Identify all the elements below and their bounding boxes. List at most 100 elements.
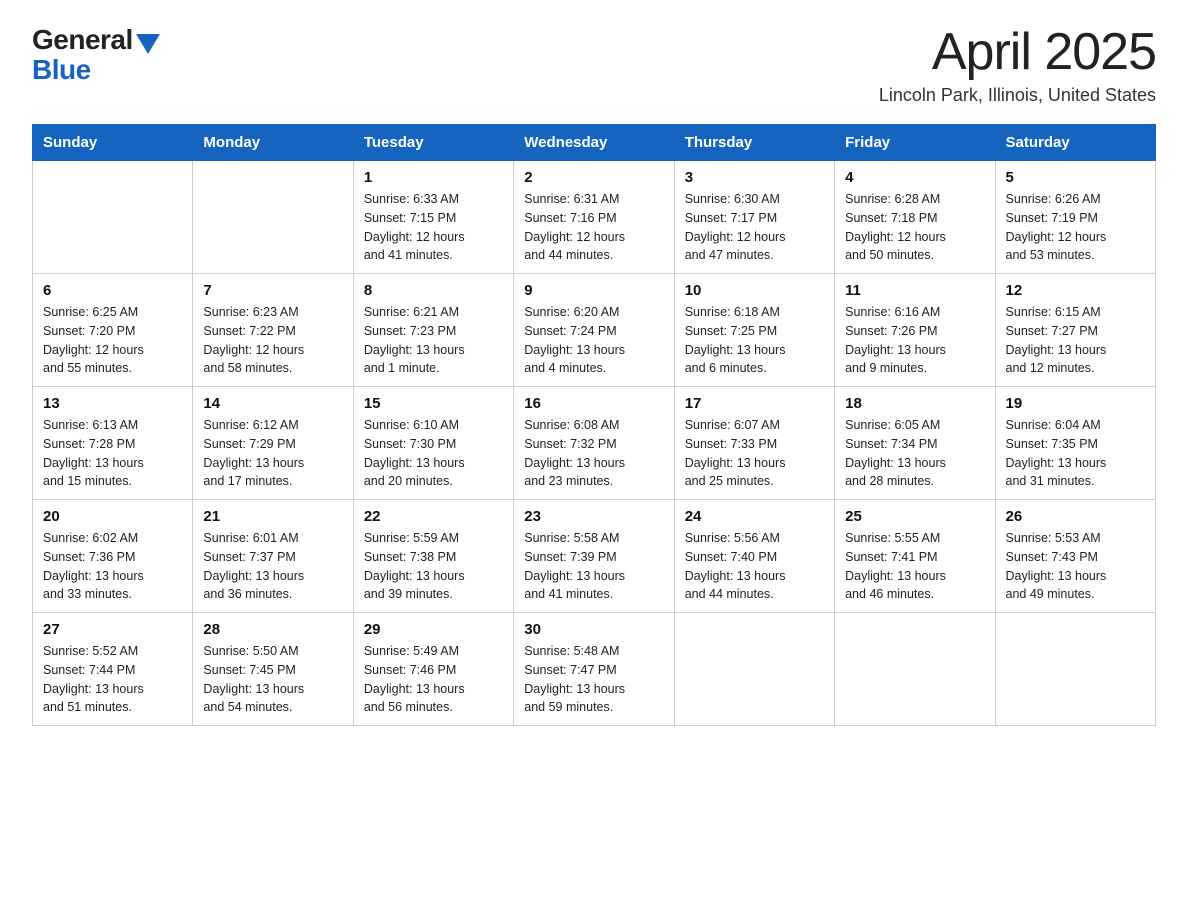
day-info: Sunrise: 6:28 AMSunset: 7:18 PMDaylight:… xyxy=(845,190,984,265)
day-number: 12 xyxy=(1006,282,1145,299)
day-info: Sunrise: 6:02 AMSunset: 7:36 PMDaylight:… xyxy=(43,529,182,604)
day-info: Sunrise: 6:15 AMSunset: 7:27 PMDaylight:… xyxy=(1006,303,1145,378)
calendar-cell: 27 Sunrise: 5:52 AMSunset: 7:44 PMDayligh… xyxy=(33,613,193,726)
page-title: April 2025 xyxy=(879,24,1156,81)
day-info: Sunrise: 6:23 AMSunset: 7:22 PMDaylight:… xyxy=(203,303,342,378)
calendar-cell: 9 Sunrise: 6:20 AMSunset: 7:24 PMDaylight… xyxy=(514,274,674,387)
day-info: Sunrise: 6:01 AMSunset: 7:37 PMDaylight:… xyxy=(203,529,342,604)
calendar-cell: 20 Sunrise: 6:02 AMSunset: 7:36 PMDayligh… xyxy=(33,500,193,613)
calendar-cell: 7 Sunrise: 6:23 AMSunset: 7:22 PMDaylight… xyxy=(193,274,353,387)
day-number: 15 xyxy=(364,395,503,412)
day-number: 10 xyxy=(685,282,824,299)
logo-general-text: General xyxy=(32,24,133,56)
calendar-cell: 12 Sunrise: 6:15 AMSunset: 7:27 PMDayligh… xyxy=(995,274,1155,387)
calendar-cell: 1Sunrise: 6:33 AMSunset: 7:15 PMDaylight… xyxy=(353,161,513,274)
day-number: 28 xyxy=(203,621,342,638)
day-number: 7 xyxy=(203,282,342,299)
day-number: 4 xyxy=(845,169,984,186)
calendar-cell: 23Sunrise: 5:58 AMSunset: 7:39 PMDayligh… xyxy=(514,500,674,613)
logo-blue-text: Blue xyxy=(32,56,91,84)
weekday-header-saturday: Saturday xyxy=(995,125,1155,161)
calendar-cell: 11 Sunrise: 6:16 AMSunset: 7:26 PMDayligh… xyxy=(835,274,995,387)
weekday-header-row: SundayMondayTuesdayWednesdayThursdayFrid… xyxy=(33,125,1156,161)
day-info: Sunrise: 6:05 AMSunset: 7:34 PMDaylight:… xyxy=(845,416,984,491)
day-info: Sunrise: 6:25 AMSunset: 7:20 PMDaylight:… xyxy=(43,303,182,378)
day-number: 11 xyxy=(845,282,984,299)
calendar-cell: 4 Sunrise: 6:28 AMSunset: 7:18 PMDaylight… xyxy=(835,161,995,274)
calendar-cell: 25Sunrise: 5:55 AMSunset: 7:41 PMDayligh… xyxy=(835,500,995,613)
day-number: 26 xyxy=(1006,508,1145,525)
day-info: Sunrise: 5:48 AMSunset: 7:47 PMDaylight:… xyxy=(524,642,663,717)
day-number: 6 xyxy=(43,282,182,299)
calendar-cell: 15 Sunrise: 6:10 AMSunset: 7:30 PMDayligh… xyxy=(353,387,513,500)
day-number: 30 xyxy=(524,621,663,638)
calendar-cell: 10 Sunrise: 6:18 AMSunset: 7:25 PMDayligh… xyxy=(674,274,834,387)
day-number: 22 xyxy=(364,508,503,525)
weekday-header-wednesday: Wednesday xyxy=(514,125,674,161)
day-info: Sunrise: 6:16 AMSunset: 7:26 PMDaylight:… xyxy=(845,303,984,378)
day-number: 27 xyxy=(43,621,182,638)
day-number: 2 xyxy=(524,169,663,186)
weekday-header-thursday: Thursday xyxy=(674,125,834,161)
calendar-cell: 8 Sunrise: 6:21 AMSunset: 7:23 PMDaylight… xyxy=(353,274,513,387)
calendar-cell: 6 Sunrise: 6:25 AMSunset: 7:20 PMDaylight… xyxy=(33,274,193,387)
day-number: 29 xyxy=(364,621,503,638)
day-info: Sunrise: 5:58 AMSunset: 7:39 PMDaylight:… xyxy=(524,529,663,604)
day-info: Sunrise: 6:30 AMSunset: 7:17 PMDaylight:… xyxy=(685,190,824,265)
day-info: Sunrise: 6:13 AMSunset: 7:28 PMDaylight:… xyxy=(43,416,182,491)
title-block: April 2025 Lincoln Park, Illinois, Unite… xyxy=(879,24,1156,106)
weekday-header-monday: Monday xyxy=(193,125,353,161)
day-number: 16 xyxy=(524,395,663,412)
calendar-week-3: 13 Sunrise: 6:13 AMSunset: 7:28 PMDayligh… xyxy=(33,387,1156,500)
day-number: 8 xyxy=(364,282,503,299)
calendar-cell: 14 Sunrise: 6:12 AMSunset: 7:29 PMDayligh… xyxy=(193,387,353,500)
weekday-header-friday: Friday xyxy=(835,125,995,161)
calendar-header: SundayMondayTuesdayWednesdayThursdayFrid… xyxy=(33,125,1156,161)
weekday-header-tuesday: Tuesday xyxy=(353,125,513,161)
day-info: Sunrise: 6:21 AMSunset: 7:23 PMDaylight:… xyxy=(364,303,503,378)
calendar-body: 1Sunrise: 6:33 AMSunset: 7:15 PMDaylight… xyxy=(33,161,1156,726)
day-info: Sunrise: 6:10 AMSunset: 7:30 PMDaylight:… xyxy=(364,416,503,491)
calendar-cell: 17 Sunrise: 6:07 AMSunset: 7:33 PMDayligh… xyxy=(674,387,834,500)
day-number: 9 xyxy=(524,282,663,299)
logo-triangle-icon xyxy=(136,34,160,54)
calendar-cell xyxy=(193,161,353,274)
day-info: Sunrise: 5:50 AMSunset: 7:45 PMDaylight:… xyxy=(203,642,342,717)
calendar-cell: 26Sunrise: 5:53 AMSunset: 7:43 PMDayligh… xyxy=(995,500,1155,613)
calendar-cell: 29Sunrise: 5:49 AMSunset: 7:46 PMDayligh… xyxy=(353,613,513,726)
calendar-table: SundayMondayTuesdayWednesdayThursdayFrid… xyxy=(32,124,1156,726)
calendar-week-2: 6 Sunrise: 6:25 AMSunset: 7:20 PMDaylight… xyxy=(33,274,1156,387)
calendar-week-5: 27 Sunrise: 5:52 AMSunset: 7:44 PMDayligh… xyxy=(33,613,1156,726)
page-subtitle: Lincoln Park, Illinois, United States xyxy=(879,85,1156,106)
day-info: Sunrise: 5:52 AMSunset: 7:44 PMDaylight:… xyxy=(43,642,182,717)
day-info: Sunrise: 6:18 AMSunset: 7:25 PMDaylight:… xyxy=(685,303,824,378)
calendar-cell: 24Sunrise: 5:56 AMSunset: 7:40 PMDayligh… xyxy=(674,500,834,613)
calendar-cell: 18 Sunrise: 6:05 AMSunset: 7:34 PMDayligh… xyxy=(835,387,995,500)
day-info: Sunrise: 6:20 AMSunset: 7:24 PMDaylight:… xyxy=(524,303,663,378)
logo-line1: General xyxy=(32,24,160,56)
day-number: 1 xyxy=(364,169,503,186)
calendar-week-4: 20 Sunrise: 6:02 AMSunset: 7:36 PMDayligh… xyxy=(33,500,1156,613)
calendar-cell xyxy=(33,161,193,274)
calendar-cell: 22 Sunrise: 5:59 AMSunset: 7:38 PMDayligh… xyxy=(353,500,513,613)
calendar-cell xyxy=(674,613,834,726)
day-number: 3 xyxy=(685,169,824,186)
calendar-cell: 21Sunrise: 6:01 AMSunset: 7:37 PMDayligh… xyxy=(193,500,353,613)
weekday-header-sunday: Sunday xyxy=(33,125,193,161)
day-number: 18 xyxy=(845,395,984,412)
day-info: Sunrise: 6:07 AMSunset: 7:33 PMDaylight:… xyxy=(685,416,824,491)
calendar-cell: 2 Sunrise: 6:31 AMSunset: 7:16 PMDaylight… xyxy=(514,161,674,274)
day-info: Sunrise: 6:31 AMSunset: 7:16 PMDaylight:… xyxy=(524,190,663,265)
day-info: Sunrise: 5:59 AMSunset: 7:38 PMDaylight:… xyxy=(364,529,503,604)
day-number: 17 xyxy=(685,395,824,412)
day-info: Sunrise: 5:55 AMSunset: 7:41 PMDaylight:… xyxy=(845,529,984,604)
day-number: 13 xyxy=(43,395,182,412)
day-number: 20 xyxy=(43,508,182,525)
page-header: General Blue April 2025 Lincoln Park, Il… xyxy=(32,24,1156,106)
calendar-cell xyxy=(835,613,995,726)
calendar-cell: 19Sunrise: 6:04 AMSunset: 7:35 PMDayligh… xyxy=(995,387,1155,500)
day-info: Sunrise: 6:12 AMSunset: 7:29 PMDaylight:… xyxy=(203,416,342,491)
day-info: Sunrise: 5:56 AMSunset: 7:40 PMDaylight:… xyxy=(685,529,824,604)
day-number: 14 xyxy=(203,395,342,412)
calendar-cell: 13 Sunrise: 6:13 AMSunset: 7:28 PMDayligh… xyxy=(33,387,193,500)
